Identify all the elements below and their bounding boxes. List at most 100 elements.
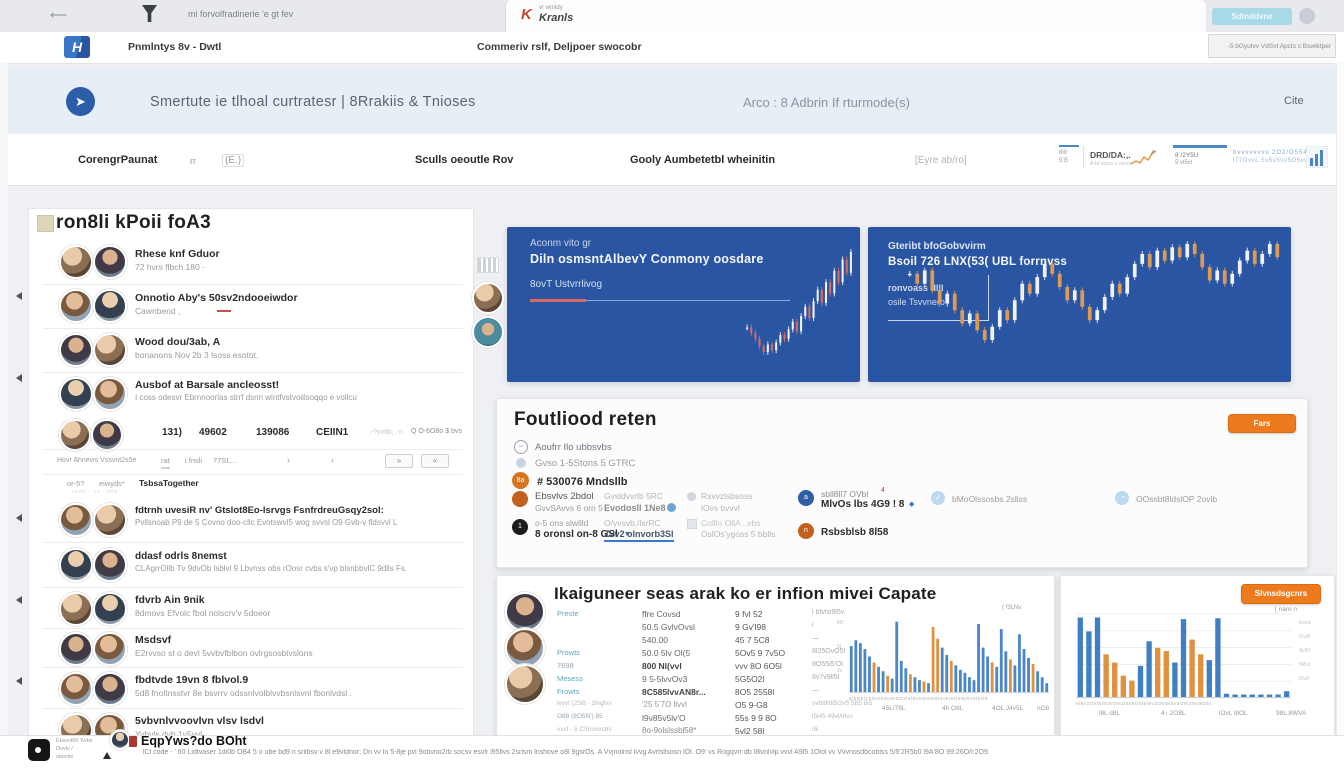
feature-d1-line1: sbll8ll7 OVbl bbox=[821, 489, 868, 499]
table-row[interactable]: lvvvl (25l8 - 2lvglvv '25 5'7O llvvl O5 … bbox=[557, 700, 917, 712]
row-name: 8o-9olslssbl58* bbox=[642, 726, 742, 735]
feed-item[interactable]: Onnotio Aby's 50sv2ndooeiwdor Cawnbend , bbox=[43, 285, 463, 328]
pager-last-button[interactable]: » bbox=[385, 454, 413, 468]
feed-item-sub: Pvllsnoab P9 de 5 Covno doo-cllc Evotswv… bbox=[135, 518, 460, 527]
browser-chrome: ⟵ mi forvolfradinerie 'e gt fev K vr wml… bbox=[0, 0, 1344, 33]
featured-action-button[interactable]: Fars bbox=[1228, 414, 1296, 433]
chrome-action-button[interactable]: Sdtnddvne bbox=[1212, 8, 1292, 25]
ticker2-line1: bvvvvvvvv 2O2/O554 bbox=[1233, 150, 1308, 156]
promo-action-button[interactable]: Slvnsdsgcnrs bbox=[1241, 584, 1321, 604]
banner-action-link[interactable]: Cite bbox=[1284, 95, 1304, 107]
feature-d2-label[interactable]: Rsbsblsb 8l58 bbox=[821, 527, 888, 538]
masthead-subtitle[interactable]: Commeriv rslf, Deljpoer swocobr bbox=[477, 41, 642, 53]
feed-item-title: Msdsvf bbox=[135, 634, 460, 646]
feed-item[interactable]: Rhese knf Gduor 72 hvrs flbch 180 - bbox=[43, 241, 463, 284]
footer-title[interactable]: EqpYws?do BOht bbox=[141, 734, 391, 748]
pager-first-button[interactable]: « bbox=[421, 454, 449, 468]
feed-item-sub: CLAgrrOllb Tv 9dvOb lsblvl 9 Lbvnss obs … bbox=[135, 564, 460, 573]
feed-ticker-row[interactable]: 131) 49602 139086 CEIIN1 ,-?vvllb; , n Q… bbox=[43, 419, 463, 449]
grid-handle-icon[interactable] bbox=[477, 257, 499, 273]
table-row[interactable]: O88 (8O5N') 85 l9v85v5lv'O 55s 9 9 8O l5… bbox=[557, 713, 917, 725]
insights-avatar[interactable] bbox=[505, 628, 545, 668]
row-label: 7698 bbox=[557, 661, 574, 670]
feed-panel: ron8li kPoii foA3 Rhese knf Gduor 72 hvr… bbox=[28, 208, 474, 768]
feature-e1-label[interactable]: bMoOlssosbs 2sllss bbox=[952, 494, 1062, 504]
feed-item[interactable]: Msdsvf E2rvvso st o devl 5vvbvfblbon ovl… bbox=[43, 629, 463, 667]
insights-bar-chart bbox=[849, 616, 1049, 694]
floating-avatar[interactable] bbox=[472, 282, 504, 314]
footer-app-dot bbox=[35, 747, 41, 753]
feature-c2-line1: Colllo OllA ..vbs bbox=[701, 518, 786, 528]
feed-item-title: fdtrnh uvesiR nv' Gtslot8Eo-lsrvgs Fsnfr… bbox=[135, 505, 460, 516]
feature-b2-line2[interactable]: Zvv2 olnvorb3Sl bbox=[604, 529, 674, 542]
nav-item-1[interactable]: CorengrPaunat bbox=[78, 154, 157, 166]
subheader-a[interactable]: or-5? bbox=[67, 479, 85, 488]
feature-d1-line2[interactable]: MlvOs lbs 4G9 ! 8 bbox=[821, 499, 904, 510]
subheader-d: -vvvv - vv - vvv - bbox=[69, 489, 123, 495]
row-value: 5Ov5 9 7v5O bbox=[735, 648, 785, 658]
subheader-b[interactable]: eiwyds* bbox=[99, 479, 125, 488]
feature-c1-line1: Rsvvzlsbsoss bbox=[701, 491, 781, 501]
feed-item-sub: I coss odesvr Ebrnnoorlas strrf dsnn win… bbox=[135, 393, 460, 402]
feed-item[interactable]: ddasf odrls 8nemst CLAgrrOllb Tv 9dvOb l… bbox=[43, 543, 463, 587]
toolbar-tab-2[interactable]: i fnsli bbox=[185, 456, 202, 465]
blue-circle-icon: a bbox=[798, 490, 814, 506]
toolbar-label: Hovr Ahnevis Vssvnt2s5e bbox=[57, 457, 152, 464]
toolbar-tab-1[interactable]: rat bbox=[161, 456, 170, 469]
chart-side-label: l5v8 bbox=[1299, 676, 1309, 682]
ticker1-spark-top bbox=[1059, 145, 1079, 147]
featured-lead-3[interactable]: # 530076 Mndsllb bbox=[537, 476, 757, 488]
nav-item-4[interactable]: [Eyre ab/ro] bbox=[915, 155, 967, 166]
feed-item[interactable]: Wood dou/3ab, A bonanons Nov 2b 3 lsoss … bbox=[43, 329, 463, 372]
feed-item-title: Wood dou/3ab, A bbox=[135, 336, 455, 348]
feature-f1-label[interactable]: OOssbt8ldslOP 2ovlb bbox=[1136, 494, 1256, 504]
feed-item[interactable]: fdtrnh uvesiR nv' Gtslot8Eo-lsrvgs Fsnfr… bbox=[43, 498, 463, 542]
row-label: Frowts bbox=[557, 687, 580, 696]
featured-lead-1[interactable]: Aoufrr Ilo ubbsvbs bbox=[535, 442, 735, 453]
feed-item-title: Rhese knf Gduor bbox=[135, 248, 455, 260]
feed-item[interactable]: fbdtvde 19vn 8 fblvol.9 5d8 fnoltnsstvr … bbox=[43, 668, 463, 708]
subheader-c[interactable]: TsbsaTogether bbox=[139, 478, 199, 488]
hero-headline: Diln osmsntAlbevY Conmony oosdare bbox=[530, 252, 764, 266]
floating-avatar[interactable] bbox=[472, 316, 504, 348]
profile-selector[interactable]: -5 bGyutvv VdSvt Apcts c Bswlktper bbox=[1208, 34, 1336, 58]
feed-marker-icon bbox=[16, 514, 22, 522]
pager-prev-icon[interactable]: ‹ bbox=[331, 455, 334, 465]
ticker1-sub: A-bt obscv e ovvm bbox=[1090, 161, 1131, 167]
pager-next-icon[interactable]: › bbox=[287, 455, 290, 465]
row-label: vvvl - 5 C5novvsbs bbox=[557, 726, 639, 733]
feed-item[interactable]: fdvrb Ain 9nik 8dmovs Efvolc fbol nolscr… bbox=[43, 588, 463, 628]
profile-avatar-icon[interactable] bbox=[1299, 8, 1315, 24]
insights-avatar[interactable] bbox=[505, 592, 545, 632]
insights-avatar[interactable] bbox=[505, 664, 545, 704]
notice-banner: ➤ Smertute ie tlhoal curtratesr | 8Rraki… bbox=[8, 68, 1336, 134]
footer-brand-icon bbox=[129, 736, 137, 747]
row-value: 45 7 5C8 bbox=[735, 635, 770, 645]
filter-funnel-icon[interactable] bbox=[142, 5, 157, 22]
nav-item-3[interactable]: Gooly Aumbetetbl wheinitin bbox=[630, 154, 775, 166]
featured-lead-2[interactable]: Gvso 1-5Stons 5 GTRC bbox=[535, 458, 735, 469]
feed-item-title: fbdtvde 19vn 8 fblvol.9 bbox=[135, 674, 460, 686]
feed-item[interactable]: Ausbof at Barsale ancleosst! I coss odes… bbox=[43, 373, 463, 417]
hero-subline: 8ovT Ustvrrlivog bbox=[530, 279, 602, 290]
address-text[interactable]: mi forvolfradinerie 'e gt fev bbox=[188, 9, 448, 19]
ticker2-bars-icon[interactable] bbox=[1306, 146, 1328, 168]
feature-c1-line2: lOvs bvvvl bbox=[701, 503, 781, 513]
browser-tab[interactable]: K vr wmldy Kranls bbox=[505, 0, 1206, 32]
insights-title: Ikaiguneer seas arak ko er infion mivei … bbox=[554, 584, 1049, 604]
back-icon[interactable]: ⟵ bbox=[50, 8, 67, 22]
ticker-token: 139086 bbox=[256, 427, 289, 438]
toolbar-tab-3[interactable]: 77SL... bbox=[213, 456, 237, 465]
hero-card-right[interactable]: Gteribt bfoGobvvirm Bsoil 726 LNX(53( UB… bbox=[868, 227, 1291, 382]
feature-b1-line1: Gvsldvvrlb 5RC bbox=[604, 491, 679, 501]
hero-card-left[interactable]: Aconm vito gr Diln osmsntAlbevY Conmony … bbox=[507, 227, 860, 382]
nav-item-2[interactable]: Sculls oeoutle Rov bbox=[415, 154, 513, 166]
ticker1-symbol[interactable]: DRD/DA:,. bbox=[1090, 150, 1131, 160]
footer-avatar[interactable] bbox=[110, 730, 130, 750]
brand-logo[interactable]: H bbox=[64, 36, 90, 58]
feature-c2-line2: OslOs'ygoss 5 bblls bbox=[701, 529, 786, 539]
ticker1-val-a: 8l9 bbox=[1059, 150, 1067, 156]
feature-b1-line2[interactable]: Evodosll 1Ne8 bbox=[604, 503, 666, 513]
tab-title-small: vr wmldy bbox=[539, 5, 563, 11]
masthead-title[interactable]: Pnmlntys 8v - Dwtl bbox=[128, 41, 221, 53]
